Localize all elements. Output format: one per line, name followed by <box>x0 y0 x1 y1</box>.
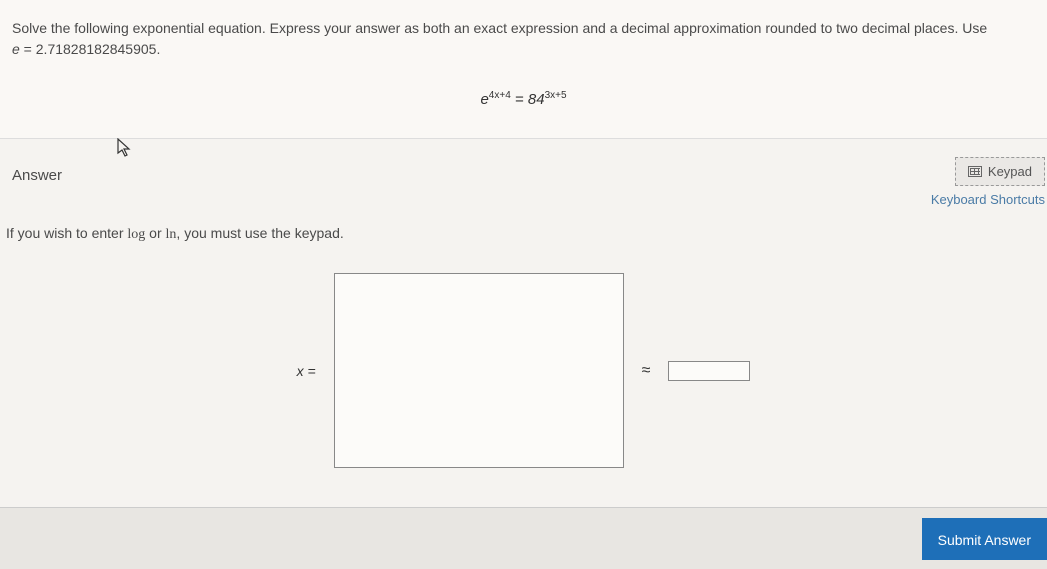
hint-log: log <box>127 227 145 242</box>
equation-display: e4x+4 = 843x+5 <box>12 90 1035 108</box>
hint-ln: ln <box>166 227 177 242</box>
approx-answer-input[interactable] <box>668 361 750 381</box>
hint-prefix: If you wish to enter <box>6 225 127 241</box>
hint-or: or <box>145 225 165 241</box>
approx-symbol: ≈ <box>642 362 651 380</box>
hint-suffix: , you must use the keypad. <box>176 225 343 241</box>
x-equals-label: x = <box>297 363 316 379</box>
equation-left-base: e <box>480 91 488 108</box>
equation-left-exp: 4x+4 <box>489 90 511 101</box>
hint-text: If you wish to enter log or ln, you must… <box>0 213 1047 243</box>
right-controls: Keypad Keyboard Shortcuts <box>931 157 1047 207</box>
question-line1: Solve the following exponential equation… <box>12 20 987 36</box>
question-e-var: e <box>12 41 20 57</box>
question-e-value: 2.71828182845905. <box>36 41 161 57</box>
submit-answer-button[interactable]: Submit Answer <box>922 518 1047 560</box>
equation-right-base: 84 <box>528 91 545 108</box>
equation-eq: = <box>511 91 528 108</box>
input-row: x = ≈ <box>0 273 1047 518</box>
question-equals: = <box>20 41 36 57</box>
footer-bar: Submit Answer <box>0 507 1047 569</box>
keypad-label: Keypad <box>988 164 1032 179</box>
question-section: Solve the following exponential equation… <box>0 0 1047 139</box>
keypad-icon <box>968 166 982 177</box>
exact-answer-input[interactable] <box>334 273 624 468</box>
keyboard-shortcuts-link[interactable]: Keyboard Shortcuts <box>931 192 1045 207</box>
keypad-button[interactable]: Keypad <box>955 157 1045 186</box>
answer-section: Answer Keypad Keyboard Shortcuts If you … <box>0 139 1047 518</box>
answer-label: Answer <box>12 157 62 184</box>
equation-right-exp: 3x+5 <box>545 90 567 101</box>
answer-header: Answer Keypad Keyboard Shortcuts <box>0 157 1047 207</box>
question-text: Solve the following exponential equation… <box>12 18 1035 60</box>
